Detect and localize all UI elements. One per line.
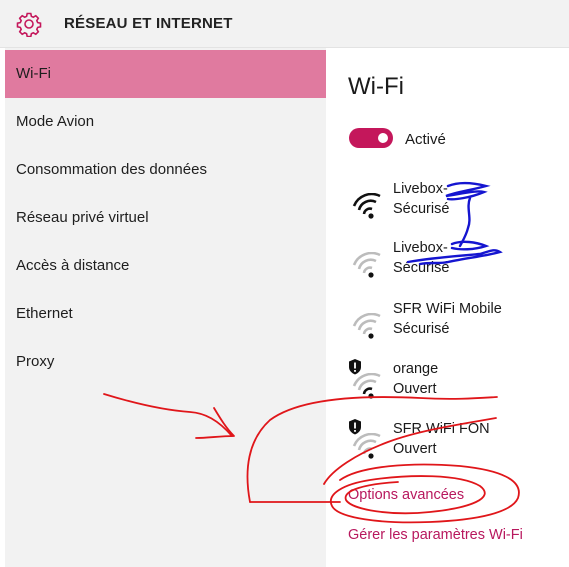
wifi-signal-icon xyxy=(352,313,381,339)
wifi-signal-icon xyxy=(352,193,381,219)
sidebar-item-consommation-donnees[interactable]: Consommation des données xyxy=(5,146,326,194)
network-name: SFR WiFi Mobile xyxy=(393,301,502,317)
network-status: Sécurisé xyxy=(393,321,450,337)
sidebar-item-ethernet[interactable]: Ethernet xyxy=(5,290,326,338)
network-item[interactable]: orange Ouvert xyxy=(326,359,569,413)
network-name: Livebox- xyxy=(393,181,448,197)
network-name: orange xyxy=(393,361,439,377)
sidebar-item-acces-distance[interactable]: Accès à distance xyxy=(5,242,326,290)
sidebar-item-mode-avion[interactable]: Mode Avion xyxy=(5,98,326,146)
section-title: Wi-Fi xyxy=(348,73,404,100)
network-status: Ouvert xyxy=(393,441,437,457)
advanced-options-link[interactable]: Options avancées xyxy=(348,487,464,503)
gear-icon xyxy=(16,12,42,37)
network-status: Ouvert xyxy=(393,381,437,397)
network-name: Livebox- xyxy=(393,240,448,256)
wifi-toggle[interactable] xyxy=(349,128,393,148)
toggle-label: Activé xyxy=(405,131,446,148)
title-bar: RÉSEAU ET INTERNET xyxy=(0,0,569,48)
wifi-signal-icon xyxy=(352,252,381,278)
network-item[interactable]: Livebox- Sécurisé xyxy=(326,181,569,233)
wifi-signal-icon xyxy=(352,433,381,459)
main-content: Wi-Fi Activé Livebox- Sécurisé Livebox- … xyxy=(326,48,569,567)
sidebar: Wi-Fi Mode Avion Consommation des donnée… xyxy=(5,48,326,567)
page-title: RÉSEAU ET INTERNET xyxy=(64,15,233,32)
wifi-signal-icon xyxy=(352,373,381,399)
network-item[interactable]: SFR WiFi Mobile Sécurisé xyxy=(326,301,569,353)
sidebar-item-vpn[interactable]: Réseau privé virtuel xyxy=(5,194,326,242)
manage-wifi-settings-link[interactable]: Gérer les paramètres Wi-Fi xyxy=(348,527,523,543)
network-item[interactable]: Livebox- Sécurisé xyxy=(326,240,569,292)
sidebar-item-proxy[interactable]: Proxy xyxy=(5,338,326,386)
network-status: Sécurisé xyxy=(393,260,450,276)
network-item[interactable]: SFR WiFi FON Ouvert xyxy=(326,419,569,473)
network-name: SFR WiFi FON xyxy=(393,421,490,437)
sidebar-item-wifi[interactable]: Wi-Fi xyxy=(5,50,326,98)
network-status: Sécurisé xyxy=(393,201,450,217)
toggle-knob xyxy=(378,133,388,143)
